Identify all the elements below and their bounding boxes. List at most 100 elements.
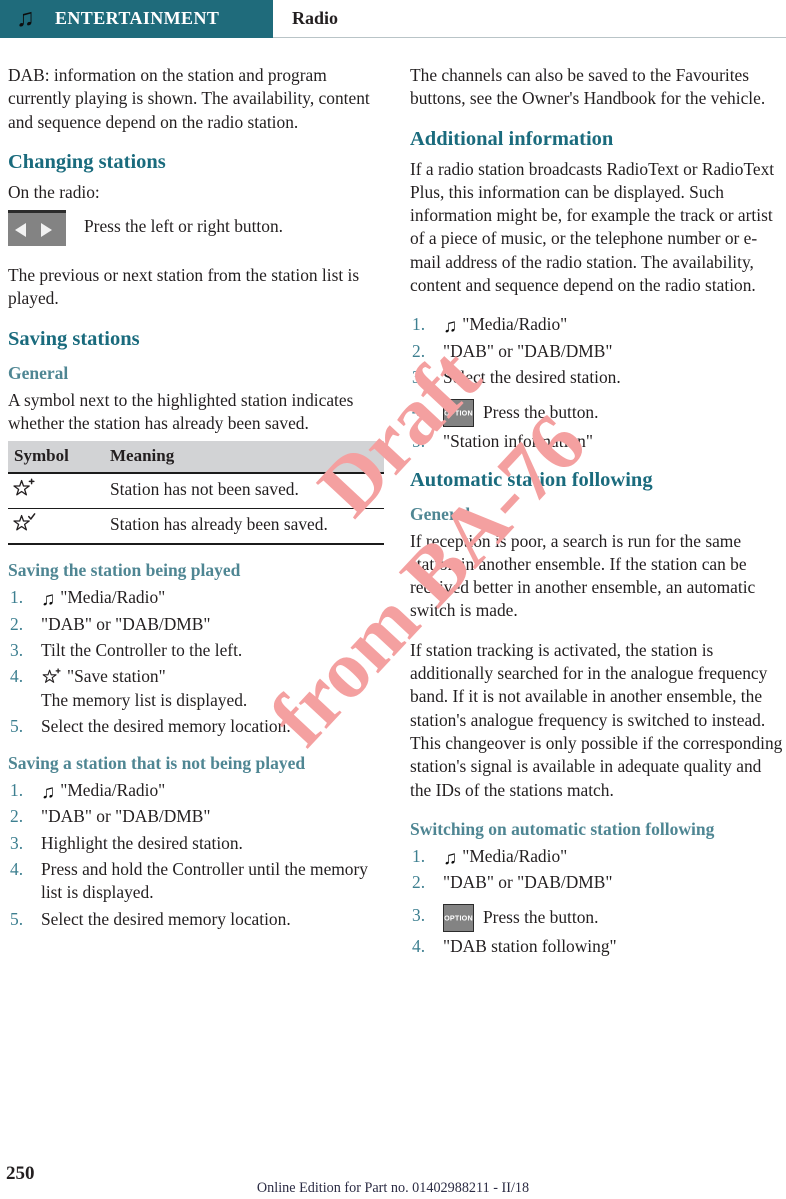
table-row: Station has already been saved. <box>8 508 384 546</box>
heading-additional-information: Additional information <box>410 127 614 150</box>
arrow-key-label: Press the left or right button. <box>84 216 283 237</box>
step-number: 3. <box>10 639 24 660</box>
music-note-icon: ♫ <box>443 847 458 869</box>
star-check-icon <box>12 513 38 533</box>
step-text: "Media/Radio" <box>60 587 166 608</box>
symbol-meaning-table: Symbol Meaning Station has not been save… <box>8 441 384 546</box>
star-plus-icon <box>12 478 38 498</box>
table-cell-symbol <box>8 473 104 510</box>
list-item: 1. ♫ "Media/Radio" <box>8 779 384 802</box>
header-section-title: ENTERTAINMENT <box>55 8 220 28</box>
left-column: DAB: information on the station and prog… <box>8 64 384 945</box>
arrow-right-icon <box>41 223 52 238</box>
step-text: "DAB" or "DAB/DMB" <box>41 613 211 634</box>
table-header-meaning: Meaning <box>104 441 384 475</box>
option-button-icon: OPTION <box>443 904 474 933</box>
list-item: 4. "Save station" The memory list is dis… <box>8 665 384 712</box>
step-number: 2. <box>10 613 24 634</box>
intro-paragraph: DAB: information on the station and prog… <box>8 65 370 132</box>
header-topic-title: Radio <box>292 8 339 28</box>
list-item: 1. ♫ "Media/Radio" <box>8 586 384 609</box>
step-number: 4. <box>412 936 426 957</box>
arrow-key-row: Press the left or right button. <box>8 210 384 250</box>
step-subtext: The memory list is displayed. <box>41 689 248 710</box>
list-item: 3. Tilt the Controller to the left. <box>8 639 384 662</box>
table-cell-symbol <box>8 508 104 546</box>
step-number: 3. <box>412 366 426 387</box>
favourites-paragraph: The channels can also be saved to the Fa… <box>410 65 766 109</box>
header-divider <box>273 37 786 38</box>
step-text: Select the desired memory location. <box>41 908 291 929</box>
step-number: 5. <box>10 908 24 929</box>
page-footer: 250 Online Edition for Part no. 01402988… <box>0 1151 786 1199</box>
right-column: The channels can also be saved to the Fa… <box>410 64 786 973</box>
list-item: 2. "DAB" or "DAB/DMB" <box>410 340 786 363</box>
heading-saving-not-played: Saving a station that is not being playe… <box>8 753 306 774</box>
steps-saving-played: 1. ♫ "Media/Radio" 2. "DAB" or "DAB/DMB" … <box>8 586 384 738</box>
heading-changing-stations: Changing stations <box>8 150 166 173</box>
list-item: 4. "DAB station following" <box>410 935 786 958</box>
step-text: Select the desired memory location. <box>41 715 291 736</box>
star-plus-icon <box>41 668 64 685</box>
step-number: 2. <box>412 340 426 361</box>
step-number: 3. <box>10 832 24 853</box>
automatic-paragraph-2: If station tracking is activated, the st… <box>410 639 783 800</box>
arrow-left-icon <box>15 223 26 238</box>
list-item: 2. "DAB" or "DAB/DMB" <box>8 805 384 828</box>
list-item: 4. OPTION Press the button. <box>410 399 786 428</box>
step-number: 5. <box>10 715 24 736</box>
step-text: "Station information" <box>443 431 593 452</box>
changing-stations-lead: On the radio: <box>8 181 100 202</box>
saving-general-text: A symbol next to the highlighted station… <box>8 389 354 434</box>
footer-edition-text: Online Edition for Part no. 01402988211 … <box>256 1180 530 1196</box>
heading-switching-on: Switching on automatic station following <box>410 818 715 839</box>
step-number: 4. <box>412 400 426 421</box>
step-text: "Media/Radio" <box>60 780 166 801</box>
heading-saving-stations: Saving stations <box>8 327 140 350</box>
step-text: "Save station" <box>67 666 166 687</box>
changing-stations-result: The previous or next station from the st… <box>8 265 360 309</box>
left-right-button-icon <box>8 210 66 247</box>
list-item: 2. "DAB" or "DAB/DMB" <box>410 871 786 894</box>
heading-automatic-station-following: Automatic station following <box>410 468 653 491</box>
step-number: 2. <box>10 806 24 827</box>
table-cell-meaning: Station has not been saved. <box>104 473 384 510</box>
step-number: 4. <box>10 666 24 687</box>
steps-switching-on: 1. ♫ "Media/Radio" 2. "DAB" or "DAB/DMB" … <box>410 845 786 959</box>
step-text: "DAB" or "DAB/DMB" <box>443 872 613 893</box>
list-item: 1. ♫ "Media/Radio" <box>410 845 786 868</box>
list-item: 5. Select the desired memory location. <box>8 715 384 738</box>
table-header-symbol: Symbol <box>8 441 104 475</box>
step-text: "DAB" or "DAB/DMB" <box>41 806 211 827</box>
heading-saving-played: Saving the station being played <box>8 560 241 581</box>
step-number: 1. <box>10 780 24 801</box>
step-number: 4. <box>10 859 24 880</box>
steps-saving-not-played: 1. ♫ "Media/Radio" 2. "DAB" or "DAB/DMB" … <box>8 779 384 931</box>
step-text: Select the desired station. <box>443 366 621 387</box>
music-note-icon: ♫ <box>443 316 458 338</box>
steps-additional-information: 1. ♫ "Media/Radio" 2. "DAB" or "DAB/DMB" … <box>410 313 786 453</box>
step-text: Press and hold the Controller until the … <box>41 859 368 903</box>
additional-information-text: If a radio station broadcasts RadioText … <box>410 158 775 296</box>
step-text: "Media/Radio" <box>462 845 568 866</box>
step-text: Highlight the desired station. <box>41 832 243 853</box>
list-item: 3. OPTION Press the button. <box>410 904 786 933</box>
list-item: 4. Press and hold the Controller until t… <box>8 858 384 905</box>
table-cell-meaning: Station has already been saved. <box>104 508 384 546</box>
music-note-icon: ♫ <box>41 782 56 804</box>
list-item: 1. ♫ "Media/Radio" <box>410 313 786 336</box>
list-item: 3. Select the desired station. <box>410 366 786 389</box>
step-text: Press the button. <box>483 402 599 423</box>
list-item: 2. "DAB" or "DAB/DMB" <box>8 613 384 636</box>
table-header-row: Symbol Meaning <box>8 441 384 475</box>
step-text: Tilt the Controller to the left. <box>41 639 243 660</box>
step-text: Press the button. <box>483 907 599 928</box>
list-item: 5. Select the desired memory location. <box>8 908 384 931</box>
step-number: 2. <box>412 872 426 893</box>
music-note-icon: ♫ <box>16 5 35 32</box>
list-item: 5. "Station information" <box>410 430 786 453</box>
step-number: 3. <box>412 905 426 926</box>
list-item: 3. Highlight the desired station. <box>8 832 384 855</box>
automatic-paragraph-1: If reception is poor, a search is run fo… <box>410 530 756 621</box>
step-number: 1. <box>412 845 426 866</box>
